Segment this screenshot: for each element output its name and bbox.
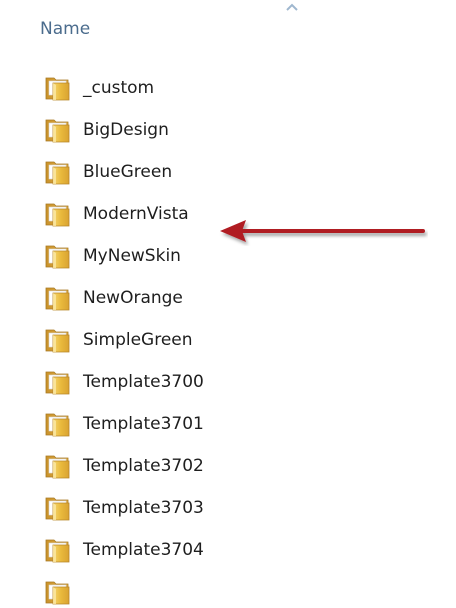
file-name: Template3700 [83,372,204,392]
file-name: ModernVista [83,204,189,224]
file-list: _custom BigDesign BlueGreen ModernVista … [0,74,456,605]
list-item[interactable]: BigDesign [44,116,344,146]
file-name: BlueGreen [83,162,173,182]
list-item[interactable]: MyNewSkin [44,242,344,272]
folder-icon [44,370,71,395]
folder-icon [44,496,71,521]
list-item[interactable]: Template3701 [44,410,344,440]
list-item[interactable]: _custom [44,74,344,104]
sort-ascending-icon [286,3,298,11]
list-item[interactable]: BlueGreen [44,158,344,188]
file-name: NewOrange [83,288,183,308]
file-name: Template3701 [83,414,204,434]
file-name: Template3704 [83,540,204,560]
list-item[interactable]: Template3702 [44,452,344,482]
list-item[interactable]: SimpleGreen [44,326,344,356]
list-item[interactable]: Template3704 [44,536,344,566]
file-name: Template3702 [83,456,204,476]
folder-icon [44,244,71,269]
folder-icon [44,328,71,353]
annotation-arrow-icon [220,220,425,242]
file-name: BigDesign [83,120,169,140]
list-item[interactable]: NewOrange [44,284,344,314]
column-header-bar: Name [0,0,456,62]
folder-icon [44,160,71,185]
folder-icon [44,412,71,437]
folder-icon [44,286,71,311]
file-name: _custom [83,78,155,98]
file-name: SimpleGreen [83,330,193,350]
name-column-header[interactable]: Name [40,19,90,39]
folder-icon [44,202,71,227]
list-item[interactable]: Template3700 [44,368,344,398]
file-name: Template3703 [83,498,204,518]
file-name: MyNewSkin [83,246,181,266]
folder-icon [44,454,71,479]
folder-icon [44,580,71,605]
folder-icon [44,118,71,143]
list-item[interactable]: Template3703 [44,494,344,524]
folder-icon [44,538,71,563]
folder-icon [44,76,71,101]
